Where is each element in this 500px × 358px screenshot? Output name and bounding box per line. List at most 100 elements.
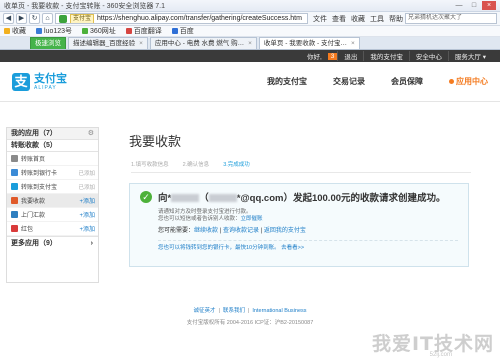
sidebar-item-receive[interactable]: 我要收款 +添加: [7, 194, 98, 208]
bookmark-luo123[interactable]: luo123号: [36, 26, 72, 36]
menu-view[interactable]: 查看: [332, 14, 346, 24]
progress-steps: 1.填写收款信息 2.确认信息 3.完成成功: [131, 160, 471, 173]
tab-baidu-jingyan[interactable]: 描述编辑器_百度经验 ×: [68, 37, 148, 49]
remit-icon: [11, 211, 18, 218]
site-header: 支 支付宝 ALIPAY 我的支付宝 交易记录 会员保障 应用中心: [0, 62, 500, 102]
menu-file[interactable]: 文件: [313, 14, 327, 24]
main-nav: 我的支付宝 交易记录 会员保障 应用中心: [267, 76, 488, 87]
sidebar-item-to-alipay[interactable]: 转账到支付宝 已添加: [7, 180, 98, 194]
minimize-button[interactable]: —: [452, 1, 466, 10]
alipay-icon: [11, 183, 18, 190]
bookmarks-bar: 收藏 luo123号 360网址 百度翻译 百度: [0, 26, 500, 37]
step-1: 1.填写收款信息: [131, 162, 169, 168]
security-center-link[interactable]: 安全中心: [408, 51, 448, 61]
red-packet-icon: [11, 225, 18, 232]
my-apps-header[interactable]: 我的应用（7） ⚙: [7, 128, 98, 140]
tip-row: 您也可以将钱转到您的银行卡，最快10分钟到账。 去看看>>: [158, 240, 458, 252]
home-icon: [11, 155, 18, 162]
window-controls: — □ ×: [452, 1, 496, 10]
address-bar[interactable]: 支付宝 https://shenghuo.alipay.com/transfer…: [55, 13, 308, 24]
step-3: 3.完成成功: [223, 162, 250, 168]
alipay-logo[interactable]: 支 支付宝 ALIPAY: [12, 72, 67, 91]
maximize-button[interactable]: □: [467, 1, 481, 10]
back-to-alipay-link[interactable]: 返回我的支付宝: [264, 228, 306, 234]
bullet-icon: [449, 79, 454, 84]
trust-badge: 支付宝: [70, 14, 95, 23]
transfer-group-header[interactable]: 转账收款（5）: [7, 140, 98, 152]
next-actions: 您可能需要：继续收款 | 查询收款记录 | 返回我的支付宝: [158, 228, 306, 234]
menu-tools[interactable]: 工具: [370, 14, 384, 24]
home-icon[interactable]: ⌂: [42, 13, 53, 24]
check-icon: ✓: [140, 191, 152, 203]
window-title: 收单页 - 我要收款 - 支付宝转账 - 360安全浏览器 7.1: [4, 2, 166, 10]
nav-transactions[interactable]: 交易记录: [333, 76, 365, 87]
tab-strip: 极速浏览 描述编辑器_百度经验 × 应用中心 - 电费 水费 燃气 购… × 收单页…: [0, 37, 500, 50]
watermark-url: 52ij.com: [429, 352, 452, 358]
close-tab-icon[interactable]: ×: [351, 38, 355, 49]
star-icon: [4, 28, 10, 34]
greeting: 你好,: [306, 54, 322, 61]
bookmark-favorites[interactable]: 收藏: [4, 26, 26, 36]
gear-icon[interactable]: ⚙: [88, 128, 94, 139]
success-message-box: ✓ 向* （*@qq.com）发起100.00元的收款请求创建成功。 请通知对方及…: [129, 183, 469, 267]
footer-contact-link[interactable]: 联系我们: [220, 308, 248, 314]
notify-text: 请通知对方及时登录支付宝进行付款。: [158, 209, 252, 215]
nav-app-center[interactable]: 应用中心: [449, 76, 488, 87]
search-input[interactable]: 兄弟猜机达次聚大了: [405, 13, 497, 24]
close-button[interactable]: ×: [482, 1, 496, 10]
close-tab-icon[interactable]: ×: [139, 38, 143, 49]
nav-protection[interactable]: 会员保障: [391, 76, 423, 87]
tab-app-center[interactable]: 应用中心 - 电费 水费 燃气 购… ×: [149, 37, 257, 49]
sms-text: 您也可以短信或者告诉别人收款：立即催账: [158, 216, 263, 222]
add-app-link[interactable]: +添加: [79, 224, 98, 233]
tab-alipay-receive[interactable]: 收单页 - 我要收款 - 支付宝… ×: [258, 37, 360, 49]
query-records-link[interactable]: 查询收款记录: [223, 228, 259, 234]
menu-favorites[interactable]: 收藏: [351, 14, 365, 24]
chevron-right-icon: ›: [90, 240, 93, 247]
redacted-email: [208, 194, 237, 203]
sidebar-item-door-remit[interactable]: 上门汇款 +添加: [7, 208, 98, 222]
url-text[interactable]: https://shenghuo.alipay.com/transfer/gat…: [97, 15, 302, 22]
page-content: 我的应用（7） ⚙ 转账收款（5） 转账首页 转账到银行卡 已添加 转账到支付宝…: [0, 121, 500, 291]
main-panel: 我要收款 1.填写收款信息 2.确认信息 3.完成成功 ✓ 向* （*@qq.co…: [99, 121, 500, 291]
remind-now-link[interactable]: 立即催账: [241, 216, 263, 222]
step-2: 2.确认信息: [182, 162, 210, 168]
menu-help[interactable]: 帮助: [389, 14, 403, 24]
site-icon: [36, 28, 42, 34]
add-app-link[interactable]: +添加: [79, 210, 98, 219]
footer-jobs-link[interactable]: 诚征英才: [190, 308, 218, 314]
site-footer: 诚征英才 | 联系我们 | International Business 支付宝版权所有…: [0, 306, 500, 326]
service-hall-link[interactable]: 服务大厅 ▾: [447, 51, 492, 61]
message-count-badge[interactable]: 3: [327, 52, 338, 60]
alipay-logo-icon: 支: [12, 72, 30, 91]
bookmark-baidu-translate[interactable]: 百度翻译: [125, 26, 162, 36]
forward-icon[interactable]: ▶: [16, 13, 27, 24]
continue-receive-link[interactable]: 继续收款: [194, 228, 218, 234]
address-row: ◀ ▶ ↻ ⌂ 支付宝 https://shenghuo.alipay.com/…: [0, 12, 500, 26]
site-icon: [125, 28, 132, 34]
bookmark-baidu[interactable]: 百度: [171, 26, 194, 36]
tab-speed-mode[interactable]: 极速浏览: [30, 37, 66, 49]
close-tab-icon[interactable]: ×: [248, 38, 252, 49]
receive-icon: [11, 197, 18, 204]
go-see-link[interactable]: 去看看>>: [281, 245, 304, 251]
add-app-link[interactable]: +添加: [79, 196, 98, 205]
more-apps[interactable]: 更多应用（9） ›: [7, 236, 98, 249]
bank-card-icon: [11, 169, 18, 176]
logout-link[interactable]: 退出: [337, 51, 363, 61]
transfer-to-bank-tip[interactable]: 您也可以将钱转到您的银行卡，最快10分钟到账。: [158, 245, 280, 251]
redacted-name: [171, 194, 200, 203]
sidebar-item-red-packet[interactable]: 红包 +添加: [7, 222, 98, 236]
secure-shield-icon: [59, 14, 67, 23]
my-alipay-link[interactable]: 我的支付宝: [363, 51, 409, 61]
site-icon: [171, 28, 178, 34]
bookmark-360[interactable]: 360网址: [82, 26, 116, 36]
sidebar-item-transfer-home[interactable]: 转账首页: [7, 152, 98, 166]
nav-my-alipay[interactable]: 我的支付宝: [267, 76, 307, 87]
back-icon[interactable]: ◀: [3, 13, 14, 24]
sidebar-item-to-bank-card[interactable]: 转账到银行卡 已添加: [7, 166, 98, 180]
refresh-icon[interactable]: ↻: [29, 13, 40, 24]
logo-cn: 支付宝: [34, 72, 67, 85]
footer-intl-link[interactable]: International Business: [249, 308, 309, 314]
logo-en: ALIPAY: [34, 84, 57, 91]
